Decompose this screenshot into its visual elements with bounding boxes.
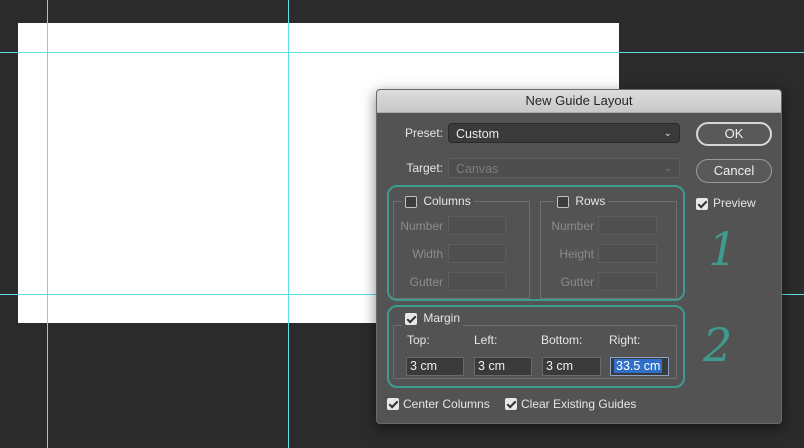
preset-value: Custom (456, 127, 500, 141)
clear-existing-guides-label[interactable]: Clear Existing Guides (521, 397, 636, 411)
ok-button[interactable]: OK (696, 122, 772, 146)
chevron-down-icon: ⌄ (663, 128, 672, 139)
callout-highlight-2 (387, 305, 685, 388)
callout-highlight-1 (387, 185, 685, 301)
preview-label[interactable]: Preview (713, 196, 756, 210)
annotation-number-2: 2 (703, 318, 733, 372)
clear-existing-guides-checkbox[interactable] (505, 398, 517, 410)
dialog-title[interactable]: New Guide Layout (377, 90, 781, 113)
target-value: Canvas (456, 162, 499, 176)
target-select[interactable]: Canvas ⌄ (448, 158, 680, 178)
cancel-button[interactable]: Cancel (696, 159, 772, 183)
center-columns-checkbox[interactable] (387, 398, 399, 410)
annotation-number-1: 1 (708, 222, 738, 276)
chevron-down-icon: ⌄ (663, 163, 672, 174)
center-columns-label[interactable]: Center Columns (403, 397, 490, 411)
preview-checkbox[interactable] (696, 198, 708, 210)
guide-vertical[interactable] (47, 0, 48, 448)
target-label: Target: (406, 161, 443, 175)
preset-label: Preset: (404, 126, 443, 140)
guide-vertical[interactable] (288, 0, 289, 448)
guide-horizontal[interactable] (0, 52, 804, 53)
preset-select[interactable]: Custom ⌄ (448, 123, 680, 143)
